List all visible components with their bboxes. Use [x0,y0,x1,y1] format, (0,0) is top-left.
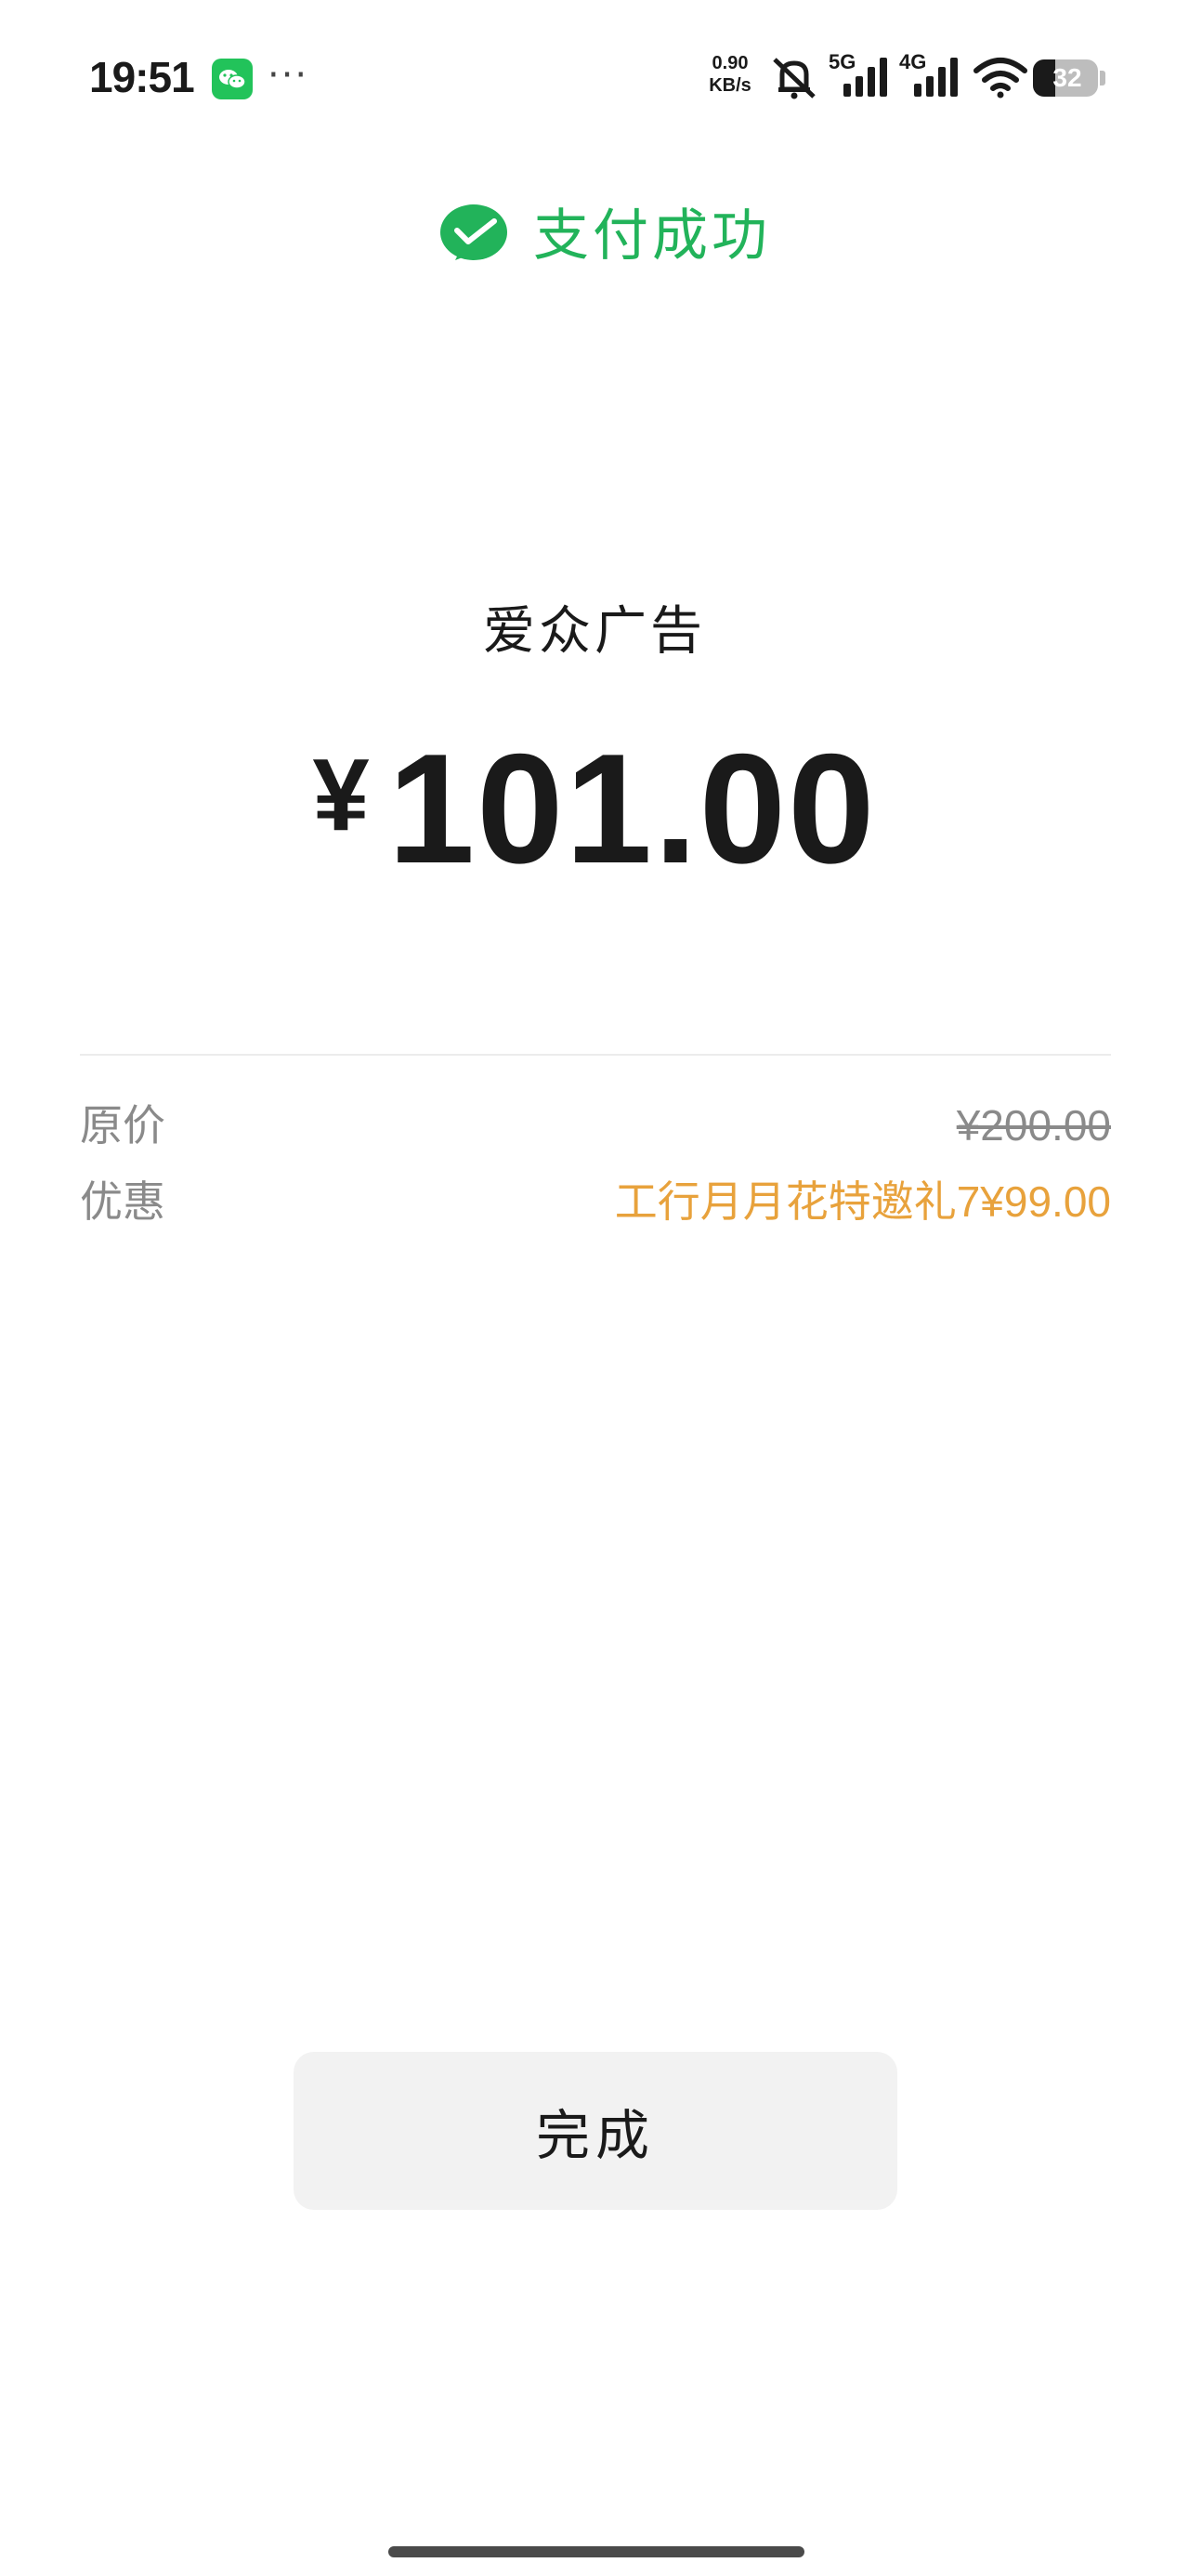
battery-tip [1100,71,1105,85]
payment-amount: ¥101.00 [0,725,1189,892]
original-price-value: ¥200.00 [956,1101,1111,1150]
more-notifications-icon: ··· [268,54,309,97]
mute-icon [769,54,819,104]
done-button[interactable]: 完成 [294,2052,897,2210]
status-bar: 19:51 ··· 0.90 KB/s 5G 4G 32 [0,0,1189,158]
status-time: 19:51 [89,53,195,101]
battery-level: 32 [1052,63,1082,92]
network-speed: 0.90 KB/s [702,52,758,97]
home-indicator[interactable] [388,2546,804,2557]
merchant-name: 爱众广告 [483,601,706,662]
wechat-icon [212,59,253,99]
discount-value: 工行月月花特邀礼7¥99.00 [614,1177,1111,1226]
wechat-pay-check-icon [438,203,509,269]
divider [80,1054,1111,1056]
network-speed-value: 0.90 [712,53,749,73]
payment-success-title: 支付成功 [533,204,771,269]
discount-label: 优惠 [80,1176,165,1227]
payment-success-screen: 19:51 ··· 0.90 KB/s 5G 4G 32 支付成功 爱众广告 ¥… [0,0,1189,2576]
wifi-icon [973,56,1027,102]
original-price-label: 原价 [80,1100,165,1150]
battery-icon: 32 [1033,59,1098,97]
signal-icon-secondary [912,56,962,102]
signal-icon [842,56,892,102]
network-speed-unit: KB/s [709,75,751,96]
detail-row-discount: 优惠 工行月月花特邀礼7¥99.00 [80,1169,1111,1234]
currency-symbol: ¥ [312,738,370,852]
detail-row-original-price: 原价 ¥200.00 [80,1093,1111,1158]
amount-value: 101.00 [387,721,877,896]
payment-status-header: 支付成功 [0,195,1189,279]
